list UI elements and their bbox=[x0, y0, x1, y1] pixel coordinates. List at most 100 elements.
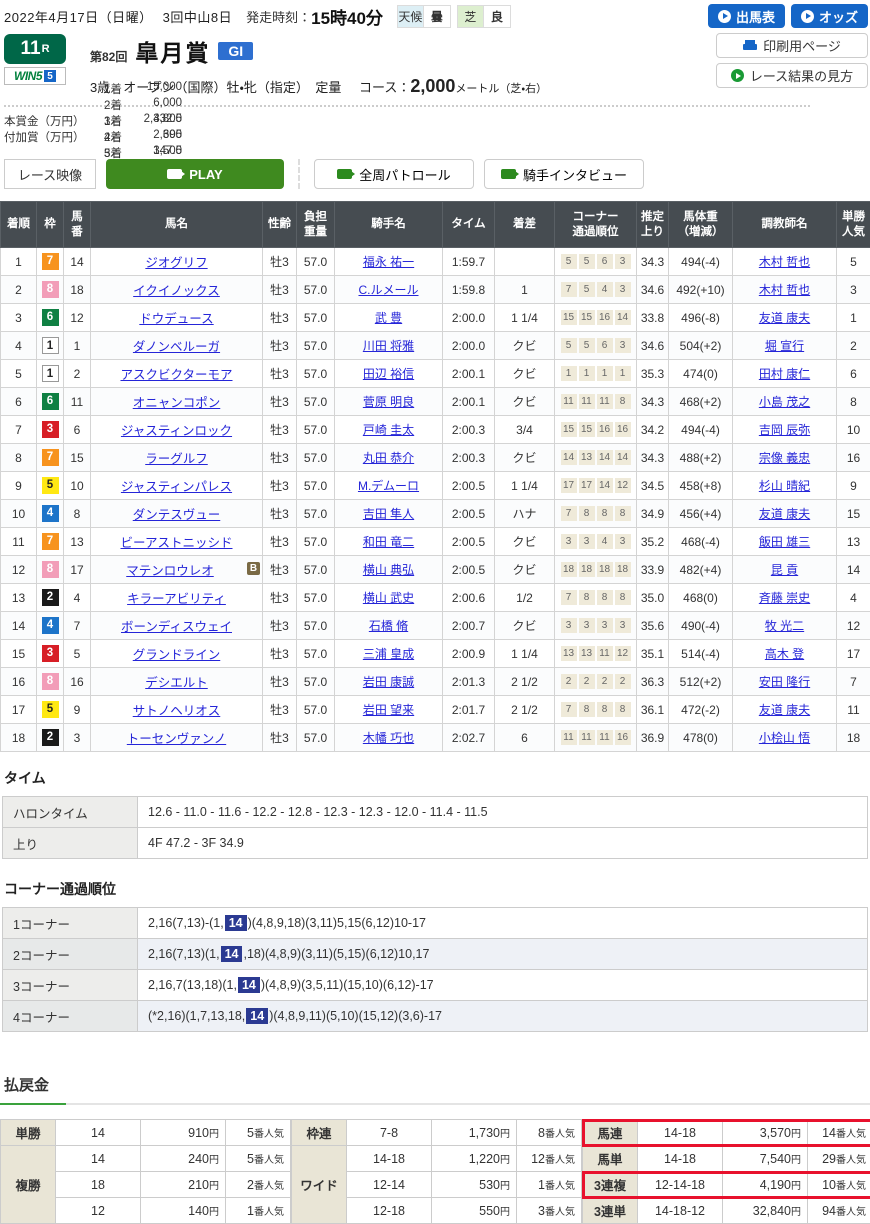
prize-main-label: 本賞金（万円） bbox=[4, 113, 104, 129]
jockey-link[interactable]: 木幡 巧也 bbox=[363, 731, 414, 745]
trainer-link[interactable]: 友道 康夫 bbox=[759, 507, 810, 521]
prize-add-line: 付加賞（万円） 1着2,432.52着6953着347.5 bbox=[4, 129, 866, 145]
jockey-link[interactable]: 川田 将雅 bbox=[363, 339, 414, 353]
last-3f-time: 34.3 bbox=[637, 248, 669, 276]
horse-number: 9 bbox=[64, 696, 91, 724]
horse-name-link[interactable]: ダノンベルーガ bbox=[133, 340, 220, 354]
jockey-link[interactable]: 横山 典弘 bbox=[363, 563, 414, 577]
horse-name-link[interactable]: ラーグルフ bbox=[145, 452, 208, 466]
trainer-link[interactable]: 友道 康夫 bbox=[759, 311, 810, 325]
corner-position: 15 bbox=[579, 422, 595, 437]
odds-button[interactable]: オッズ bbox=[791, 4, 868, 28]
horse-name-link[interactable]: デシエルト bbox=[145, 676, 208, 690]
trainer-link[interactable]: 田村 康仁 bbox=[759, 367, 810, 381]
jockey-cell: 横山 武史 bbox=[335, 584, 443, 612]
horse-name-link[interactable]: マテンロウレオ bbox=[126, 564, 214, 578]
jockey-cell: 菅原 明良 bbox=[335, 388, 443, 416]
waku-cell: 1 bbox=[37, 360, 64, 388]
jockey-link[interactable]: 武 豊 bbox=[375, 311, 402, 325]
prize-section: 本賞金（万円） 1着15,0002着6,0003着3,8004着2,3005着1… bbox=[0, 107, 870, 145]
trainer-link[interactable]: 木村 哲也 bbox=[759, 255, 810, 269]
payout-combination: 12-14 bbox=[347, 1172, 432, 1198]
print-page-button[interactable]: 印刷用ページ bbox=[716, 33, 868, 58]
payout-popularity: 3番人気 bbox=[517, 1198, 582, 1224]
race-round: 第82回 bbox=[90, 48, 127, 65]
horse-name-link[interactable]: グランドライン bbox=[133, 648, 221, 662]
horse-name-link[interactable]: オニャンコポン bbox=[133, 396, 221, 410]
jockey-link[interactable]: 石橋 脩 bbox=[369, 619, 408, 633]
trainer-link[interactable]: 木村 哲也 bbox=[759, 283, 810, 297]
payout-section-title: 払戻金 bbox=[0, 1074, 870, 1095]
corner-position: 5 bbox=[561, 338, 577, 353]
horse-name-link[interactable]: ボーンディスウェイ bbox=[121, 620, 232, 634]
jockey-link[interactable]: 吉田 隼人 bbox=[363, 507, 414, 521]
jockey-link[interactable]: C.ルメール bbox=[358, 283, 418, 297]
trainer-link[interactable]: 斉藤 崇史 bbox=[759, 591, 810, 605]
horse-name-link[interactable]: ドウデュース bbox=[139, 312, 213, 326]
trainer-link[interactable]: 小島 茂之 bbox=[759, 395, 810, 409]
trainer-link[interactable]: 堀 宣行 bbox=[765, 339, 804, 353]
results-column-header: 調教師名 bbox=[733, 202, 837, 248]
trainer-link[interactable]: 安田 隆行 bbox=[759, 675, 810, 689]
play-button[interactable]: PLAY bbox=[106, 159, 284, 189]
jockey-link[interactable]: 三浦 皇成 bbox=[363, 647, 414, 661]
horse-weight: 482(+4) bbox=[669, 556, 733, 584]
horse-name-link[interactable]: ビーアストニッシド bbox=[120, 536, 232, 550]
trainer-link[interactable]: 杉山 晴紀 bbox=[759, 479, 810, 493]
horse-name-link[interactable]: ジャスティンパレス bbox=[121, 480, 232, 494]
trainer-cell: 友道 康夫 bbox=[733, 500, 837, 528]
results-column-header: 騎手名 bbox=[335, 202, 443, 248]
jockey-link[interactable]: 丸田 恭介 bbox=[363, 451, 414, 465]
jockey-link[interactable]: 戸崎 圭太 bbox=[363, 423, 414, 437]
horse-name-link[interactable]: ジャスティンロック bbox=[121, 424, 232, 438]
corner-position: 5 bbox=[579, 254, 595, 269]
trainer-link[interactable]: 牧 光二 bbox=[765, 619, 804, 633]
jockey-link[interactable]: 岩田 康誠 bbox=[363, 675, 414, 689]
horse-name-link[interactable]: トーセンヴァンノ bbox=[127, 732, 226, 746]
corner-position: 7 bbox=[561, 590, 577, 605]
corner-position: 7 bbox=[561, 506, 577, 521]
trainer-cell: 杉山 晴紀 bbox=[733, 472, 837, 500]
jockey-link[interactable]: 田辺 裕信 bbox=[363, 367, 414, 381]
trainer-link[interactable]: 友道 康夫 bbox=[759, 703, 810, 717]
win-popularity: 17 bbox=[837, 640, 870, 668]
waku-badge: 4 bbox=[42, 617, 59, 634]
results-column-header: 馬 番 bbox=[64, 202, 91, 248]
horse-name-link[interactable]: キラーアビリティ bbox=[127, 592, 226, 606]
trainer-link[interactable]: 宗像 義忠 bbox=[759, 451, 810, 465]
result-guide-button[interactable]: レース結果の見方 bbox=[716, 63, 868, 88]
corner-row-value: 2,16(7,13)-(1,14)(4,8,9,18)(3,11)5,15(6,… bbox=[138, 908, 868, 939]
horse-name-link[interactable]: ジオグリフ bbox=[145, 256, 207, 270]
jockey-link[interactable]: 菅原 明良 bbox=[363, 395, 414, 409]
patrol-video-button[interactable]: 全周パトロール bbox=[314, 159, 474, 189]
finish-time: 1:59.8 bbox=[443, 276, 495, 304]
trainer-link[interactable]: 昆 貢 bbox=[771, 563, 798, 577]
jockey-link[interactable]: M.デムーロ bbox=[358, 479, 419, 493]
horse-name-link[interactable]: ダンテスヴュー bbox=[133, 508, 221, 522]
trainer-link[interactable]: 吉岡 辰弥 bbox=[759, 423, 810, 437]
trainer-link[interactable]: 飯田 雄三 bbox=[759, 535, 810, 549]
horse-name-link[interactable]: イクイノックス bbox=[133, 284, 220, 298]
horse-name-link[interactable]: アスクビクターモア bbox=[120, 368, 232, 382]
horse-weight: 514(-4) bbox=[669, 640, 733, 668]
jockey-link[interactable]: 福永 祐一 bbox=[363, 255, 414, 269]
jockey-link[interactable]: 岩田 望来 bbox=[363, 703, 414, 717]
waku-badge: 1 bbox=[42, 365, 59, 382]
trainer-link[interactable]: 小桧山 悟 bbox=[759, 731, 810, 745]
jockey-cell: 石橋 脩 bbox=[335, 612, 443, 640]
payout-row: ワイド14-181,220円12番人気 bbox=[292, 1146, 582, 1172]
margin: 1 1/4 bbox=[495, 640, 555, 668]
entries-button[interactable]: 出馬表 bbox=[708, 4, 785, 28]
corner-position: 15 bbox=[561, 310, 577, 325]
horse-name-cell: ジャスティンロック bbox=[91, 416, 263, 444]
carried-weight: 57.0 bbox=[297, 472, 335, 500]
trainer-link[interactable]: 高木 登 bbox=[765, 647, 804, 661]
win-popularity: 16 bbox=[837, 444, 870, 472]
corner-position: 16 bbox=[615, 730, 631, 745]
horse-name-link[interactable]: サトノヘリオス bbox=[133, 704, 221, 718]
jockey-link[interactable]: 和田 竜二 bbox=[363, 535, 414, 549]
results-column-header: 単勝 人気 bbox=[837, 202, 870, 248]
results-header-row: 着順枠馬 番馬名性齢負担 重量騎手名タイム着差コーナー 通過順位推定 上り馬体重… bbox=[1, 202, 870, 248]
jockey-interview-button[interactable]: 騎手インタビュー bbox=[484, 159, 644, 189]
jockey-link[interactable]: 横山 武史 bbox=[363, 591, 414, 605]
